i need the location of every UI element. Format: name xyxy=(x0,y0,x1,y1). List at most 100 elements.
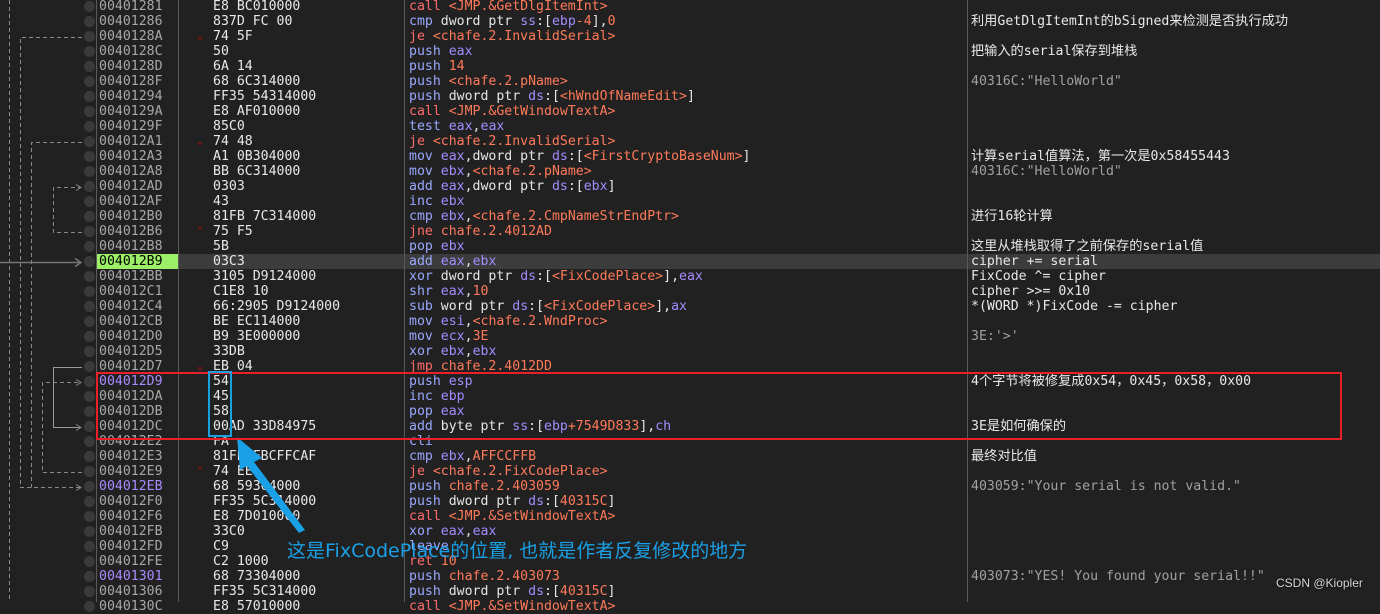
breakpoint-dot-icon[interactable] xyxy=(84,136,95,147)
breakpoint-dot-icon[interactable] xyxy=(84,211,95,222)
breakpoint-dot-icon[interactable] xyxy=(84,316,95,327)
address[interactable]: 0040128F xyxy=(99,74,163,89)
comment[interactable]: 把输入的serial保存到堆栈 xyxy=(971,44,1137,59)
disassembly[interactable]: mov eax,dword ptr ds:[<FirstCryptoBaseNu… xyxy=(409,149,750,164)
disassembly[interactable]: push eax xyxy=(409,44,473,59)
disassembly[interactable]: call <JMP.&GetWindowTextA> xyxy=(409,104,615,119)
instruction-row[interactable]: 0040129A E8 AF010000 call <JMP.&GetWindowT… xyxy=(0,104,1380,119)
disassembly[interactable]: call <JMP.&SetWindowTextA> xyxy=(409,599,615,614)
disassembly[interactable]: shr eax,10 xyxy=(409,284,488,299)
breakpoint-dot-icon[interactable] xyxy=(84,466,95,477)
breakpoint-dot-icon[interactable] xyxy=(84,76,95,87)
breakpoint-dot-icon[interactable] xyxy=(84,556,95,567)
address[interactable]: 004012FD xyxy=(99,539,163,554)
disassembly[interactable]: push 14 xyxy=(409,59,465,74)
breakpoint-dot-icon[interactable] xyxy=(84,91,95,102)
address[interactable]: 004012C1 xyxy=(99,284,163,299)
instruction-row[interactable]: 004012CB BE EC114000 mov esi,<chafe.2.WndP… xyxy=(0,314,1380,329)
breakpoint-dot-icon[interactable] xyxy=(84,256,95,267)
instruction-row[interactable]: 004012E3 81FB FBCFFCAF cmp ebx,AFFCCFFB 最终对… xyxy=(0,449,1380,464)
instruction-row[interactable]: 00401306 FF35 5C314000 push dword ptr ds:[… xyxy=(0,584,1380,599)
breakpoint-dot-icon[interactable] xyxy=(84,16,95,27)
address[interactable]: 004012B6 xyxy=(99,224,163,239)
breakpoint-dot-icon[interactable] xyxy=(84,601,95,612)
disassembly[interactable]: cmp ebx,<chafe.2.CmpNameStrEndPtr> xyxy=(409,209,679,224)
breakpoint-dot-icon[interactable] xyxy=(84,196,95,207)
comment[interactable]: 这里从堆栈取得了之前保存的serial值 xyxy=(971,239,1203,254)
instruction-row[interactable]: 004012AF 43 inc ebx xyxy=(0,194,1380,209)
comment[interactable]: 计算serial值算法，第一次是0x58455443 xyxy=(971,149,1230,164)
disassembly[interactable]: push dword ptr ds:[40315C] xyxy=(409,494,616,509)
disassembly[interactable]: mov ebx,<chafe.2.pName> xyxy=(409,164,592,179)
address[interactable]: 004012D5 xyxy=(99,344,163,359)
breakpoint-dot-icon[interactable] xyxy=(84,346,95,357)
disassembly[interactable]: xor dword ptr ds:[<FixCodePlace>],eax xyxy=(409,269,703,284)
comment[interactable]: cipher += serial xyxy=(971,254,1098,269)
instruction-row[interactable]: 00401301 68 73304000 push chafe.2.403073 40… xyxy=(0,569,1380,584)
address[interactable]: 0040128A xyxy=(99,29,163,44)
breakpoint-dot-icon[interactable] xyxy=(84,526,95,537)
address[interactable]: 00401306 xyxy=(99,584,163,599)
instruction-row[interactable]: 004012C4 66:2905 D9124000 sub word ptr ds:… xyxy=(0,299,1380,314)
breakpoint-dot-icon[interactable] xyxy=(84,31,95,42)
instruction-row[interactable]: 004012D5 33DB xor ebx,ebx xyxy=(0,344,1380,359)
address[interactable]: 004012D0 xyxy=(99,329,163,344)
breakpoint-dot-icon[interactable] xyxy=(84,121,95,132)
breakpoint-dot-icon[interactable] xyxy=(84,181,95,192)
disassembly[interactable]: mov ecx,3E xyxy=(409,329,488,344)
breakpoint-dot-icon[interactable] xyxy=(84,46,95,57)
disassembly[interactable]: cmp ebx,AFFCCFFB xyxy=(409,449,536,464)
instruction-row[interactable]: 004012F6 E8 7D010000 call <JMP.&SetWindowT… xyxy=(0,509,1380,524)
breakpoint-dot-icon[interactable] xyxy=(84,511,95,522)
instruction-row[interactable]: 004012D0 B9 3E000000 mov ecx,3E 3E:'>' xyxy=(0,329,1380,344)
address[interactable]: 004012BB xyxy=(99,269,163,284)
breakpoint-dot-icon[interactable] xyxy=(84,331,95,342)
disassembly[interactable]: push chafe.2.403059 xyxy=(409,479,560,494)
comment[interactable]: 403059:"Your serial is not valid." xyxy=(971,479,1241,494)
disassembly[interactable]: push chafe.2.403073 xyxy=(409,569,560,584)
address[interactable]: 004012A3 xyxy=(99,149,163,164)
instruction-row[interactable]: 004012A1 ⌄ 74 48 je <chafe.2.InvalidSerial> xyxy=(0,134,1380,149)
breakpoint-dot-icon[interactable] xyxy=(84,496,95,507)
comment[interactable]: 3E:'>' xyxy=(971,329,1019,344)
instruction-row[interactable]: 0040128C 50 push eax 把输入的serial保存到堆栈 xyxy=(0,44,1380,59)
breakpoint-dot-icon[interactable] xyxy=(84,451,95,462)
breakpoint-dot-icon[interactable] xyxy=(84,481,95,492)
breakpoint-dot-icon[interactable] xyxy=(84,421,95,432)
instruction-row[interactable]: 004012F0 FF35 5C314000 push dword ptr ds:[… xyxy=(0,494,1380,509)
address[interactable]: 004012B0 xyxy=(99,209,163,224)
breakpoint-dot-icon[interactable] xyxy=(84,226,95,237)
breakpoint-dot-icon[interactable] xyxy=(84,106,95,117)
disassembly[interactable]: je <chafe.2.FixCodePlace> xyxy=(409,464,608,479)
address[interactable]: 004012F0 xyxy=(99,494,163,509)
instruction-row[interactable]: 0040130C E8 57010000 call <JMP.&SetWindowT… xyxy=(0,599,1380,614)
instruction-row[interactable]: 0040128A ⌄ 74 5F je <chafe.2.InvalidSerial> xyxy=(0,29,1380,44)
address[interactable]: 00401301 xyxy=(99,569,163,584)
disassembly[interactable]: jne chafe.2.4012AD xyxy=(409,224,552,239)
address[interactable]: 0040128D xyxy=(99,59,163,74)
disassembly[interactable]: add eax,dword ptr ds:[ebx] xyxy=(409,179,616,194)
disassembly[interactable]: je <chafe.2.InvalidSerial> xyxy=(409,134,615,149)
address[interactable]: 004012F6 xyxy=(99,509,163,524)
address[interactable]: 004012C4 xyxy=(99,299,163,314)
disassembly[interactable]: xor ebx,ebx xyxy=(409,344,496,359)
breakpoint-dot-icon[interactable] xyxy=(84,376,95,387)
breakpoint-dot-icon[interactable] xyxy=(84,61,95,72)
breakpoint-dot-icon[interactable] xyxy=(84,301,95,312)
breakpoint-dot-icon[interactable] xyxy=(84,271,95,282)
instruction-row[interactable]: 004012BB 3105 D9124000 xor dword ptr ds:[<… xyxy=(0,269,1380,284)
address[interactable]: 00401281 xyxy=(99,0,163,14)
instruction-row[interactable]: 004012E9 ⌃ 74 EE je <chafe.2.FixCodePlace> xyxy=(0,464,1380,479)
instruction-row[interactable]: 004012B6 ⌃ 75 F5 jne chafe.2.4012AD xyxy=(0,224,1380,239)
address[interactable]: 0040130C xyxy=(99,599,163,614)
disassembly[interactable]: call <JMP.&SetWindowTextA> xyxy=(409,509,615,524)
breakpoint-dot-icon[interactable] xyxy=(84,541,95,552)
address[interactable]: 004012E9 xyxy=(99,464,163,479)
instruction-row[interactable]: 004012C1 C1E8 10 shr eax,10 cipher >>= 0x10 xyxy=(0,284,1380,299)
instruction-row[interactable]: 00401294 FF35 54314000 push dword ptr ds:[… xyxy=(0,89,1380,104)
comment[interactable]: 最终对比值 xyxy=(971,449,1037,464)
disassembly[interactable]: pop ebx xyxy=(409,239,465,254)
instruction-row[interactable]: 004012B0 81FB 7C314000 cmp ebx,<chafe.2.Cm… xyxy=(0,209,1380,224)
breakpoint-dot-icon[interactable] xyxy=(84,166,95,177)
comment[interactable]: 40316C:"HelloWorld" xyxy=(971,74,1122,89)
